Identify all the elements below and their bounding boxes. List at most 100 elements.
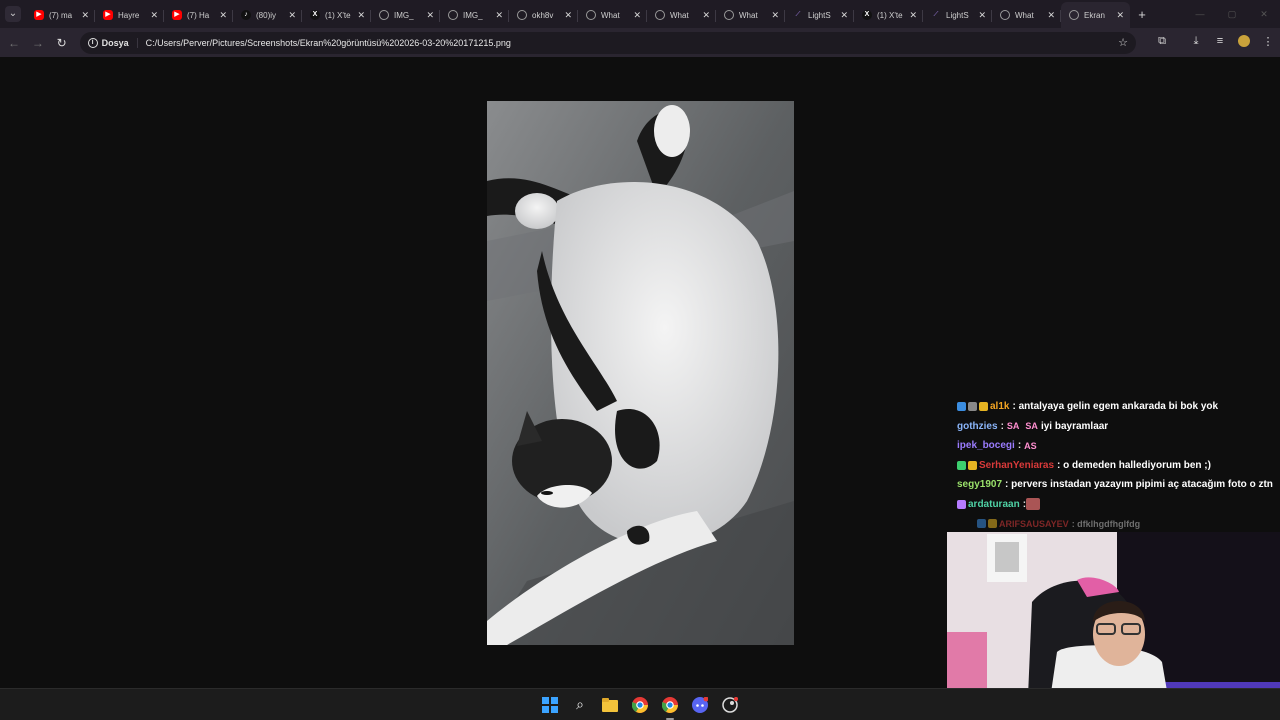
file-explorer-icon[interactable]: [599, 694, 621, 716]
tab-close-icon[interactable]: ✕: [150, 10, 158, 21]
tab-search-button[interactable]: ⌄: [0, 0, 26, 28]
search-icon[interactable]: ⌕: [569, 694, 591, 716]
reading-list-icon[interactable]: ≡: [1208, 35, 1232, 50]
browser-tab[interactable]: Ekran ✕: [1061, 2, 1130, 28]
chat-emote-image: [1026, 498, 1041, 511]
tab-title: What: [601, 10, 620, 20]
cat-photo: [487, 101, 794, 645]
tab-title: (1) X'te: [877, 10, 903, 20]
site-info-chip[interactable]: i Dosya: [87, 37, 138, 48]
browser-toolbar: ← → ↻ i Dosya C:/Users/Perver/Pictures/S…: [0, 28, 1280, 57]
tab-close-icon[interactable]: ✕: [426, 10, 434, 21]
chat-badge-icon: [979, 402, 988, 412]
chat-badge-icon: [988, 519, 997, 529]
x-icon: X: [862, 10, 872, 20]
chat-text: : pervers instadan yazayım pipimi aç ata…: [1005, 479, 1273, 491]
chrome-icon[interactable]: [629, 694, 651, 716]
tab-close-icon[interactable]: ✕: [909, 10, 917, 21]
profile-avatar[interactable]: [1232, 35, 1256, 50]
file-chip-label: Dosya: [101, 37, 129, 48]
chat-separator: :: [1017, 440, 1022, 452]
maximize-icon[interactable]: ▢: [1216, 0, 1248, 28]
youtube-icon: ▶: [172, 10, 182, 20]
globe-icon: [724, 10, 734, 20]
browser-tab[interactable]: What ✕: [992, 2, 1061, 28]
tab-title: What: [739, 10, 758, 20]
windows-start-icon[interactable]: [539, 694, 561, 716]
browser-tab[interactable]: IMG_ ✕: [440, 2, 509, 28]
discord-icon[interactable]: [689, 694, 711, 716]
browser-tab[interactable]: ▶ (7) ma ✕: [26, 2, 95, 28]
chat-badge-icon: [968, 402, 977, 412]
browser-tab[interactable]: ⟋ LightS ✕: [785, 2, 854, 28]
tab-close-icon[interactable]: ✕: [1116, 10, 1124, 21]
chat-text: : dfklhgdfhglfdg: [1071, 518, 1141, 529]
browser-tab[interactable]: IMG_ ✕: [371, 2, 440, 28]
browser-tab[interactable]: ♪ (80)iy ✕: [233, 2, 302, 28]
chat-message: al1k: antalyaya gelin egem ankarada bi b…: [957, 397, 1280, 417]
tab-close-icon[interactable]: ✕: [288, 10, 296, 21]
tab-title: (1) X'te: [325, 10, 351, 20]
address-bar[interactable]: i Dosya C:/Users/Perver/Pictures/Screens…: [79, 31, 1137, 54]
tab-close-icon[interactable]: ✕: [978, 10, 986, 21]
tiktok-icon: ♪: [241, 10, 251, 20]
tab-close-icon[interactable]: ✕: [357, 10, 365, 21]
tab-title: Hayre: [118, 10, 140, 20]
chat-message: segy1907: pervers instadan yazayım pipim…: [957, 475, 1280, 495]
tab-close-icon[interactable]: ✕: [81, 10, 89, 21]
tab-close-icon[interactable]: ✕: [495, 10, 503, 21]
tab-title: IMG_: [394, 10, 414, 20]
chat-emote: SA: [1006, 421, 1020, 432]
info-icon: i: [87, 37, 98, 48]
menu-icon[interactable]: ⋮: [1256, 35, 1280, 50]
feather-icon: ⟋: [933, 11, 939, 18]
browser-tab[interactable]: ▶ (7) Ha ✕: [164, 2, 233, 28]
new-tab-button[interactable]: +: [1130, 7, 1154, 22]
chat-badge-icon: [957, 460, 966, 470]
reload-button[interactable]: ↻: [50, 36, 74, 50]
chat-text: : antalyaya gelin egem ankarada bi bok y…: [1012, 401, 1219, 413]
tab-close-icon[interactable]: ✕: [564, 10, 572, 21]
minimize-icon[interactable]: —: [1184, 0, 1216, 28]
chat-badge-icon: [977, 519, 986, 529]
forward-button[interactable]: →: [26, 36, 50, 50]
chrome-profile-icon[interactable]: [659, 694, 681, 720]
taskbar: ⌕: [0, 688, 1280, 720]
extensions-icon[interactable]: ⧉: [1150, 35, 1174, 50]
tab-title: (80)iy: [256, 10, 277, 20]
chat-message: ardaturaan:: [957, 495, 1280, 515]
browser-tab[interactable]: What ✕: [578, 2, 647, 28]
browser-tab[interactable]: What ✕: [716, 2, 785, 28]
tab-close-icon[interactable]: ✕: [633, 10, 641, 21]
download-icon[interactable]: ⤓: [1184, 35, 1208, 50]
chat-username: SerhanYeniaras: [979, 459, 1055, 471]
tab-title: (7) Ha: [187, 10, 210, 20]
tabs-container: ▶ (7) ma ✕ ▶ Hayre ✕ ▶ (7) Ha ✕ ♪ (80)iy ✕ X (1) X'te…: [26, 0, 1130, 28]
steam-icon[interactable]: [719, 694, 741, 716]
close-window-icon[interactable]: ✕: [1248, 0, 1280, 28]
tab-close-icon[interactable]: ✕: [702, 10, 710, 21]
globe-icon: [586, 10, 596, 20]
browser-tab[interactable]: What ✕: [647, 2, 716, 28]
chat-badge-icon: [957, 402, 966, 412]
chat-separator: :: [1000, 420, 1004, 432]
toolbar-actions: ⧉ ⤓ ≡ ⋮: [1150, 35, 1280, 50]
browser-tab[interactable]: X (1) X'te ✕: [854, 2, 923, 28]
browser-tab[interactable]: ▶ Hayre ✕: [95, 2, 164, 28]
tab-close-icon[interactable]: ✕: [219, 10, 227, 21]
globe-icon: [448, 10, 458, 20]
tab-close-icon[interactable]: ✕: [1047, 10, 1055, 21]
browser-tab[interactable]: ⟋ LightS ✕: [923, 2, 992, 28]
globe-icon: [517, 10, 527, 20]
globe-icon: [1069, 10, 1079, 20]
browser-tab[interactable]: X (1) X'te ✕: [302, 2, 371, 28]
browser-tab[interactable]: okh8v ✕: [509, 2, 578, 28]
bookmark-star-icon[interactable]: ☆: [1118, 36, 1128, 49]
tab-close-icon[interactable]: ✕: [840, 10, 848, 21]
back-button[interactable]: ←: [2, 36, 26, 50]
tab-close-icon[interactable]: ✕: [771, 10, 779, 21]
chat-username: ipek_bocegi: [957, 440, 1015, 452]
url-text[interactable]: C:/Users/Perver/Pictures/Screenshots/Ekr…: [146, 38, 1119, 48]
x-icon: X: [310, 10, 320, 20]
feather-icon: ⟋: [795, 11, 801, 18]
